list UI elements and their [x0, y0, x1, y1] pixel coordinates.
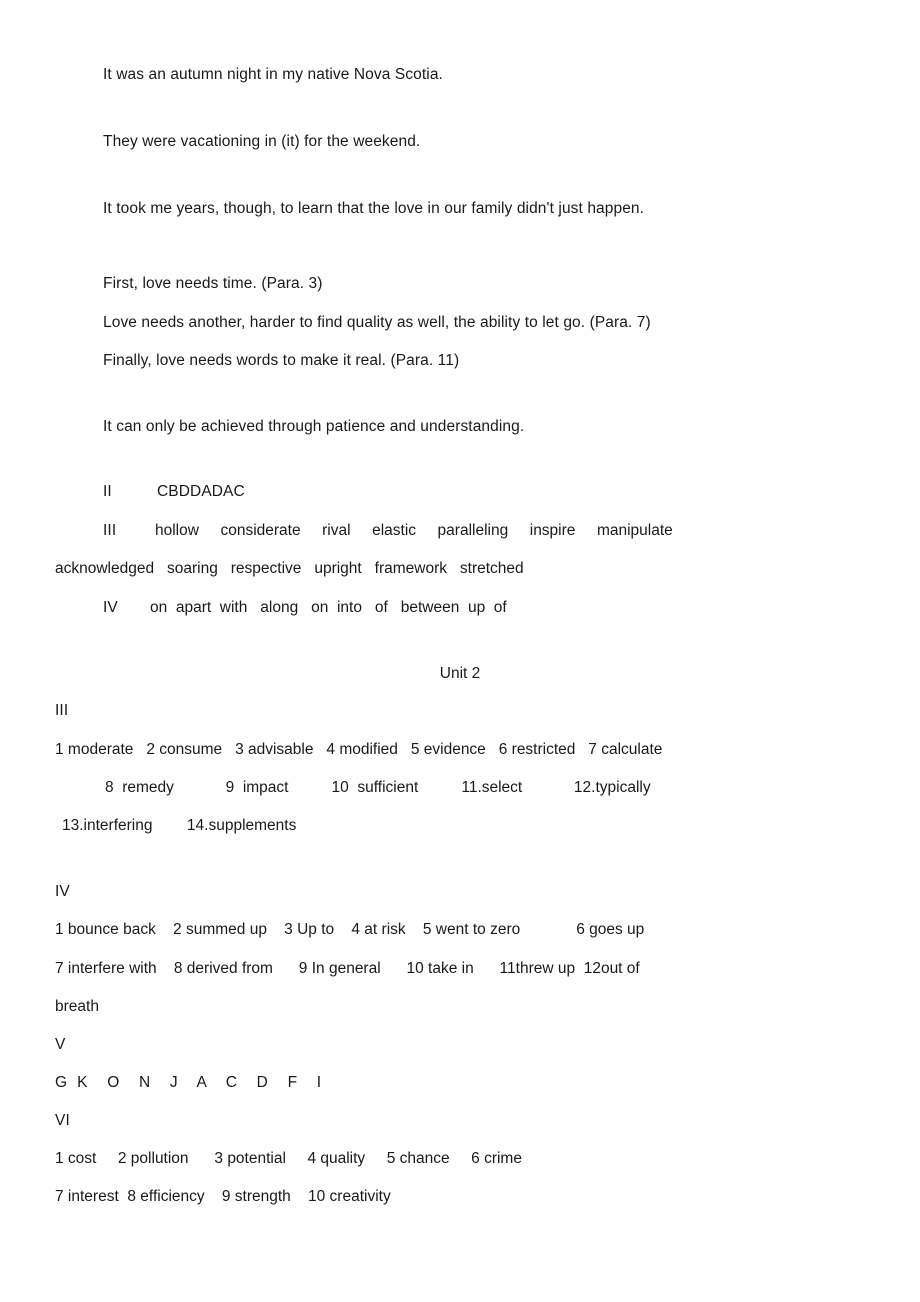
unit1-section-3-label: III: [103, 522, 117, 539]
unit2-section-4-label: IV: [55, 883, 70, 900]
unit1-section-4-label: IV: [103, 599, 118, 616]
unit1-section-2-answers: CBDDADAC: [157, 483, 245, 500]
paragraph-patience-understanding: It can only be achieved through patience…: [103, 418, 525, 435]
unit2-section-4-line3: breath: [55, 998, 99, 1015]
document-page: It was an autumn night in my native Nova…: [0, 0, 920, 1302]
unit2-section-3-label: III: [55, 702, 69, 719]
unit1-section-4-answers: on apart with along on into of between u…: [150, 599, 507, 616]
paragraph-love-needs-time: First, love needs time. (Para. 3): [103, 275, 323, 292]
unit1-section-3-words-line2: acknowledged soaring respective upright …: [55, 560, 524, 577]
unit1-section-2-label: II: [103, 483, 112, 500]
unit2-section-5-answers: G K O N J A C D F I: [55, 1074, 322, 1091]
unit2-section-6-line1: 1 cost 2 pollution 3 potential 4 quality…: [55, 1150, 522, 1167]
unit2-section-6-line2: 7 interest 8 efficiency 9 strength 10 cr…: [55, 1188, 391, 1205]
unit2-section-6-label: VI: [55, 1112, 70, 1129]
unit2-section-3-line2: 8 remedy 9 impact 10 sufficient 11.selec…: [105, 779, 651, 796]
paragraph-autumn-night: It was an autumn night in my native Nova…: [103, 66, 443, 83]
unit2-section-4-line2: 7 interfere with 8 derived from 9 In gen…: [55, 960, 640, 977]
unit-2-heading: Unit 2: [439, 665, 481, 682]
unit1-section-3-words-line1: hollow considerate rival elastic paralle…: [155, 522, 673, 539]
paragraph-love-needs-another: Love needs another, harder to find quali…: [103, 314, 651, 331]
paragraph-took-me-years: It took me years, though, to learn that …: [103, 200, 645, 217]
paragraph-vacationing: They were vacationing in (it) for the we…: [103, 133, 421, 150]
unit2-section-3-line3: 13.interfering 14.supplements: [62, 817, 297, 834]
paragraph-love-needs-words: Finally, love needs words to make it rea…: [103, 352, 460, 369]
unit2-section-4-line1: 1 bounce back 2 summed up 3 Up to 4 at r…: [55, 921, 645, 938]
unit2-section-5-label: V: [55, 1036, 66, 1053]
unit2-section-3-line1: 1 moderate 2 consume 3 advisable 4 modif…: [55, 741, 663, 758]
